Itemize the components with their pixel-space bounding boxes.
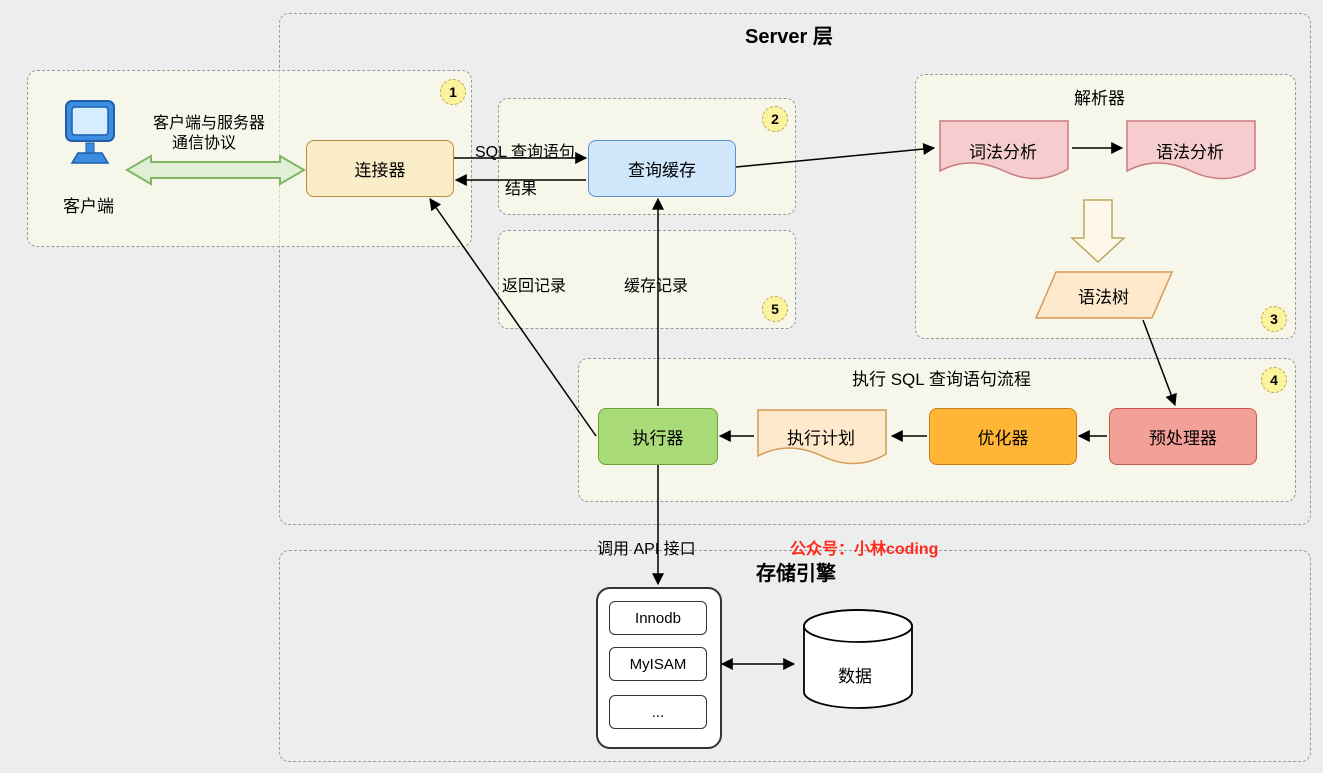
connector-text: 连接器	[355, 156, 406, 181]
edge-result: 结果	[505, 175, 537, 199]
executor-box: 执行器	[598, 408, 718, 465]
data-label: 数据	[838, 662, 872, 687]
badge-3: 3	[1261, 306, 1287, 332]
badge-2: 2	[762, 106, 788, 132]
optimizer-box: 优化器	[929, 408, 1077, 465]
edge-cache: 缓存记录	[624, 272, 688, 296]
engine-myisam: MyISAM	[609, 647, 707, 681]
syntaxtree-text: 语法树	[1078, 283, 1129, 308]
edge-api: 调用 API 接口	[597, 535, 696, 559]
watermark: 公众号：小林coding	[790, 535, 938, 559]
edge-sqlquery: SQL 查询语句	[475, 138, 575, 162]
engine-more: ...	[609, 695, 707, 729]
preprocessor-box: 预处理器	[1109, 408, 1257, 465]
querycache-text: 查询缓存	[628, 156, 696, 181]
protocol-arrow	[123, 150, 308, 195]
storage-title: 存储引擎	[756, 557, 836, 586]
syntax-text: 语法分析	[1156, 138, 1224, 163]
engine-innodb: Innodb	[609, 601, 707, 635]
badge-1: 1	[440, 79, 466, 105]
badge-4: 4	[1261, 367, 1287, 393]
server-title: Server 层	[745, 20, 833, 49]
parser-title: 解析器	[1074, 84, 1125, 109]
protocol-line2: 通信协议	[172, 129, 236, 153]
diagram-canvas: Server 层 存储引擎 1 2 5 解析器 3 执行 SQL 查询语句流程 …	[0, 0, 1323, 773]
badge-5: 5	[762, 296, 788, 322]
execflow-title: 执行 SQL 查询语句流程	[852, 365, 1031, 390]
client-label: 客户端	[63, 192, 114, 217]
client-icon	[60, 97, 120, 180]
lexical-text: 词法分析	[969, 138, 1037, 163]
connector-box: 连接器	[306, 140, 454, 197]
querycache-box: 查询缓存	[588, 140, 736, 197]
edge-return: 返回记录	[502, 272, 566, 296]
execplan-text: 执行计划	[787, 424, 855, 449]
